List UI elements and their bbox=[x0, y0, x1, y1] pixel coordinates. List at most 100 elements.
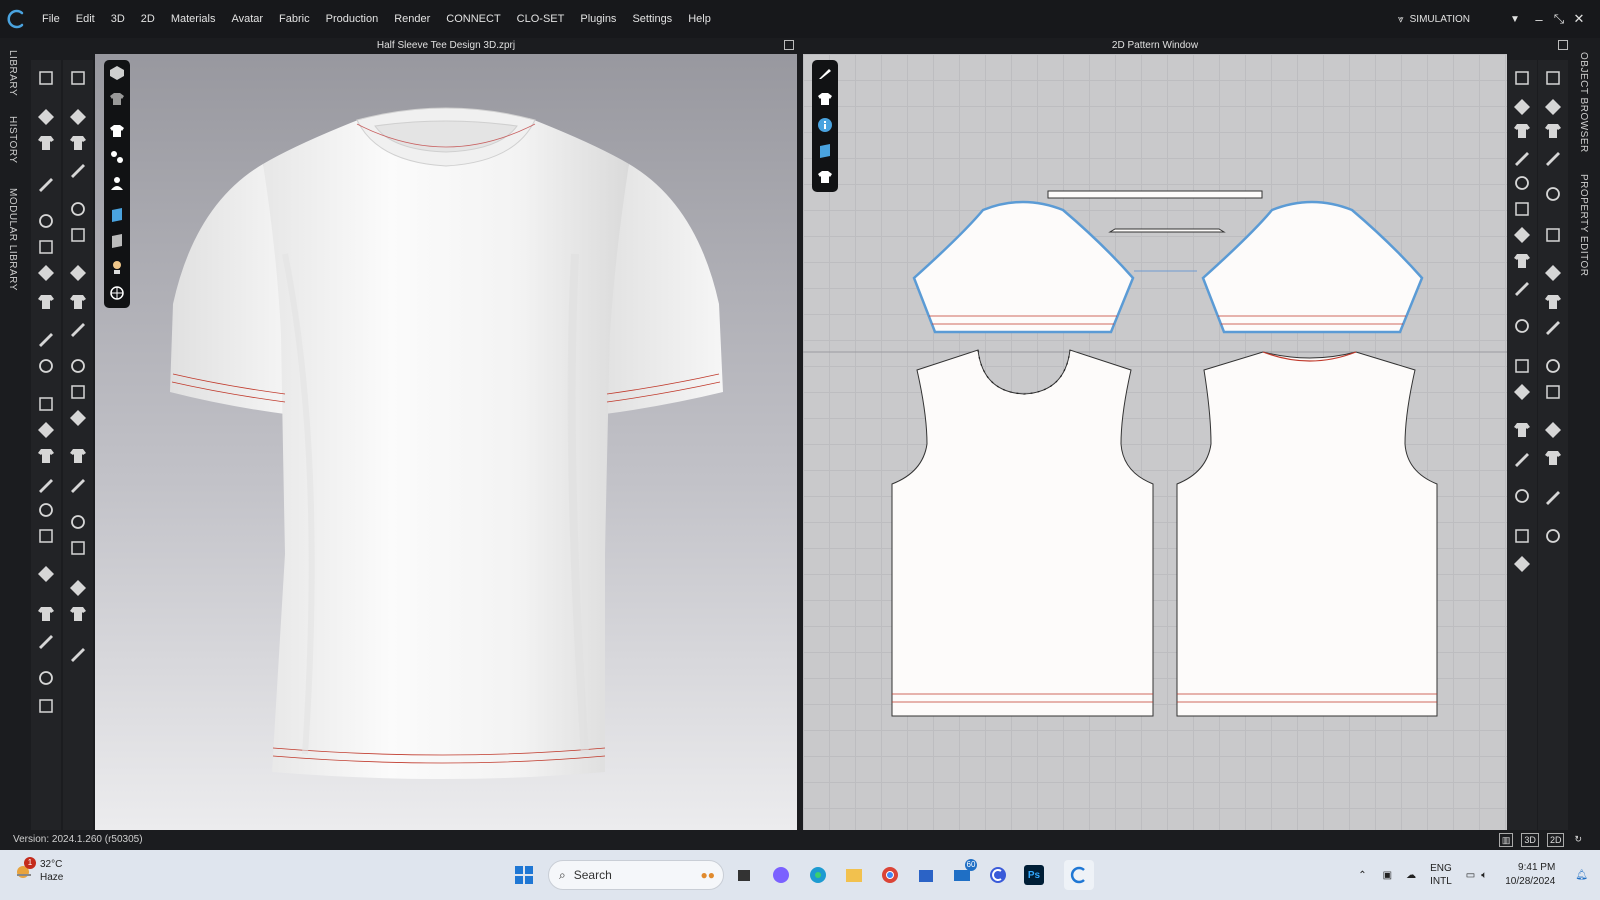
menu-item-plugins[interactable]: Plugins bbox=[572, 0, 624, 38]
right-b-tool-1-icon[interactable] bbox=[1543, 68, 1563, 88]
left-a-tool-10-icon[interactable] bbox=[36, 356, 56, 376]
menu-item-edit[interactable]: Edit bbox=[68, 0, 103, 38]
tab-history[interactable]: HISTORY bbox=[7, 116, 18, 164]
copilot-icon[interactable] bbox=[768, 862, 794, 888]
right-b-tool-8-icon[interactable] bbox=[1543, 292, 1563, 312]
left-a-tool-16-icon[interactable] bbox=[36, 526, 56, 546]
left-b-tool-10-icon[interactable] bbox=[68, 356, 88, 376]
left-a-tool-5-icon[interactable] bbox=[36, 211, 56, 231]
right-b-tool-7-icon[interactable] bbox=[1543, 263, 1563, 283]
view-3d-button[interactable]: 3D bbox=[1521, 833, 1539, 847]
left-b-tool-12-icon[interactable] bbox=[68, 408, 88, 428]
right-b-tool-5-icon[interactable] bbox=[1543, 184, 1563, 204]
tab-property-editor[interactable]: PROPERTY EDITOR bbox=[1578, 174, 1589, 277]
left-a-tool-13-icon[interactable] bbox=[36, 446, 56, 466]
right-a-tool-3-icon[interactable] bbox=[1512, 121, 1532, 141]
right-a-tool-7-icon[interactable] bbox=[1512, 225, 1532, 245]
cloud-off-icon[interactable]: ☁ bbox=[1406, 870, 1416, 881]
menu-item-3d[interactable]: 3D bbox=[103, 0, 133, 38]
left-b-tool-14-icon[interactable] bbox=[68, 474, 88, 494]
left-a-tool-12-icon[interactable] bbox=[36, 420, 56, 440]
right-b-tool-11-icon[interactable] bbox=[1543, 382, 1563, 402]
left-a-tool-2-icon[interactable] bbox=[36, 107, 56, 127]
left-a-tool-4-icon[interactable] bbox=[36, 173, 56, 193]
task-view-icon[interactable] bbox=[732, 862, 758, 888]
right-b-tool-15-icon[interactable] bbox=[1543, 526, 1563, 546]
left-a-tool-6-icon[interactable] bbox=[36, 237, 56, 257]
left-b-tool-17-icon[interactable] bbox=[68, 578, 88, 598]
menu-item-production[interactable]: Production bbox=[318, 0, 387, 38]
right-a-tool-16-icon[interactable] bbox=[1512, 526, 1532, 546]
right-a-tool-2-icon[interactable] bbox=[1512, 97, 1532, 117]
left-a-tool-20-icon[interactable] bbox=[36, 668, 56, 688]
network-device-icon[interactable]: ▣ bbox=[1383, 870, 1392, 881]
right-a-tool-4-icon[interactable] bbox=[1512, 147, 1532, 167]
left-a-tool-3-icon[interactable] bbox=[36, 133, 56, 153]
left-a-tool-1-icon[interactable] bbox=[36, 68, 56, 88]
menu-item-connect[interactable]: CONNECT bbox=[438, 0, 508, 38]
chevron-up-icon[interactable]: ⌃ bbox=[1358, 870, 1366, 881]
right-b-tool-3-icon[interactable] bbox=[1543, 121, 1563, 141]
left-b-tool-18-icon[interactable] bbox=[68, 604, 88, 624]
right-a-tool-10-icon[interactable] bbox=[1512, 316, 1532, 336]
right-b-tool-10-icon[interactable] bbox=[1543, 356, 1563, 376]
right-a-tool-6-icon[interactable] bbox=[1512, 199, 1532, 219]
menu-item-settings[interactable]: Settings bbox=[624, 0, 680, 38]
clo-launcher-icon[interactable] bbox=[985, 862, 1011, 888]
left-b-tool-8-icon[interactable] bbox=[68, 292, 88, 312]
right-b-tool-9-icon[interactable] bbox=[1543, 316, 1563, 336]
chrome-icon[interactable] bbox=[877, 862, 903, 888]
right-a-tool-15-icon[interactable] bbox=[1512, 486, 1532, 506]
left-a-tool-9-icon[interactable] bbox=[36, 328, 56, 348]
tab-object-browser[interactable]: OBJECT BROWSER bbox=[1578, 52, 1589, 153]
display-icon[interactable]: ▭ bbox=[1466, 870, 1475, 881]
menu-item-help[interactable]: Help bbox=[680, 0, 719, 38]
left-b-tool-9-icon[interactable] bbox=[68, 318, 88, 338]
left-b-tool-2-icon[interactable] bbox=[68, 107, 88, 127]
right-b-tool-6-icon[interactable] bbox=[1543, 225, 1563, 245]
store-icon[interactable] bbox=[913, 862, 939, 888]
menu-item-materials[interactable]: Materials bbox=[163, 0, 224, 38]
left-a-tool-17-icon[interactable] bbox=[36, 564, 56, 584]
3d-view-maximize-icon[interactable] bbox=[784, 40, 794, 50]
left-a-tool-19-icon[interactable] bbox=[36, 630, 56, 650]
left-a-tool-15-icon[interactable] bbox=[36, 500, 56, 520]
right-a-tool-8-icon[interactable] bbox=[1512, 251, 1532, 271]
pattern-canvas[interactable] bbox=[803, 54, 1507, 830]
right-a-tool-12-icon[interactable] bbox=[1512, 382, 1532, 402]
language-indicator[interactable]: ENG INTL bbox=[1430, 862, 1452, 888]
refresh-icon[interactable]: ↻ bbox=[1572, 833, 1584, 847]
weather-widget[interactable]: 1 32°C Haze bbox=[14, 857, 63, 884]
left-a-tool-11-icon[interactable] bbox=[36, 394, 56, 414]
edge-icon[interactable] bbox=[805, 862, 831, 888]
right-a-tool-13-icon[interactable] bbox=[1512, 420, 1532, 440]
menu-item-render[interactable]: Render bbox=[386, 0, 438, 38]
simulation-dropdown[interactable]: ⩔ SIMULATION ▼ bbox=[1398, 14, 1528, 25]
right-b-tool-2-icon[interactable] bbox=[1543, 97, 1563, 117]
left-b-tool-5-icon[interactable] bbox=[68, 199, 88, 219]
left-b-tool-1-icon[interactable] bbox=[68, 68, 88, 88]
left-b-tool-7-icon[interactable] bbox=[68, 263, 88, 283]
right-a-tool-1-icon[interactable] bbox=[1512, 68, 1532, 88]
volume-icon[interactable]: 🔈︎ bbox=[1481, 870, 1487, 881]
2d-view-maximize-icon[interactable] bbox=[1558, 40, 1568, 50]
minimize-icon[interactable]: – bbox=[1530, 12, 1548, 27]
tab-library[interactable]: LIBRARY bbox=[7, 50, 18, 96]
left-b-tool-11-icon[interactable] bbox=[68, 382, 88, 402]
close-icon[interactable]: ✕ bbox=[1570, 11, 1588, 27]
3d-viewport[interactable] bbox=[95, 54, 797, 830]
menu-item-file[interactable]: File bbox=[34, 0, 68, 38]
right-a-tool-9-icon[interactable] bbox=[1512, 277, 1532, 297]
right-b-tool-4-icon[interactable] bbox=[1543, 147, 1563, 167]
restore-icon[interactable]: ⤡ bbox=[1550, 11, 1568, 27]
right-a-tool-11-icon[interactable] bbox=[1512, 356, 1532, 376]
clo-logo-icon[interactable] bbox=[0, 0, 34, 38]
menu-item-clo-set[interactable]: CLO-SET bbox=[509, 0, 573, 38]
left-a-tool-8-icon[interactable] bbox=[36, 292, 56, 312]
left-b-tool-15-icon[interactable] bbox=[68, 512, 88, 532]
right-b-tool-13-icon[interactable] bbox=[1543, 448, 1563, 468]
2d-pattern-viewport[interactable] bbox=[803, 54, 1507, 830]
file-explorer-icon[interactable] bbox=[841, 862, 867, 888]
left-a-tool-21-icon[interactable] bbox=[36, 696, 56, 716]
menu-item-fabric[interactable]: Fabric bbox=[271, 0, 318, 38]
